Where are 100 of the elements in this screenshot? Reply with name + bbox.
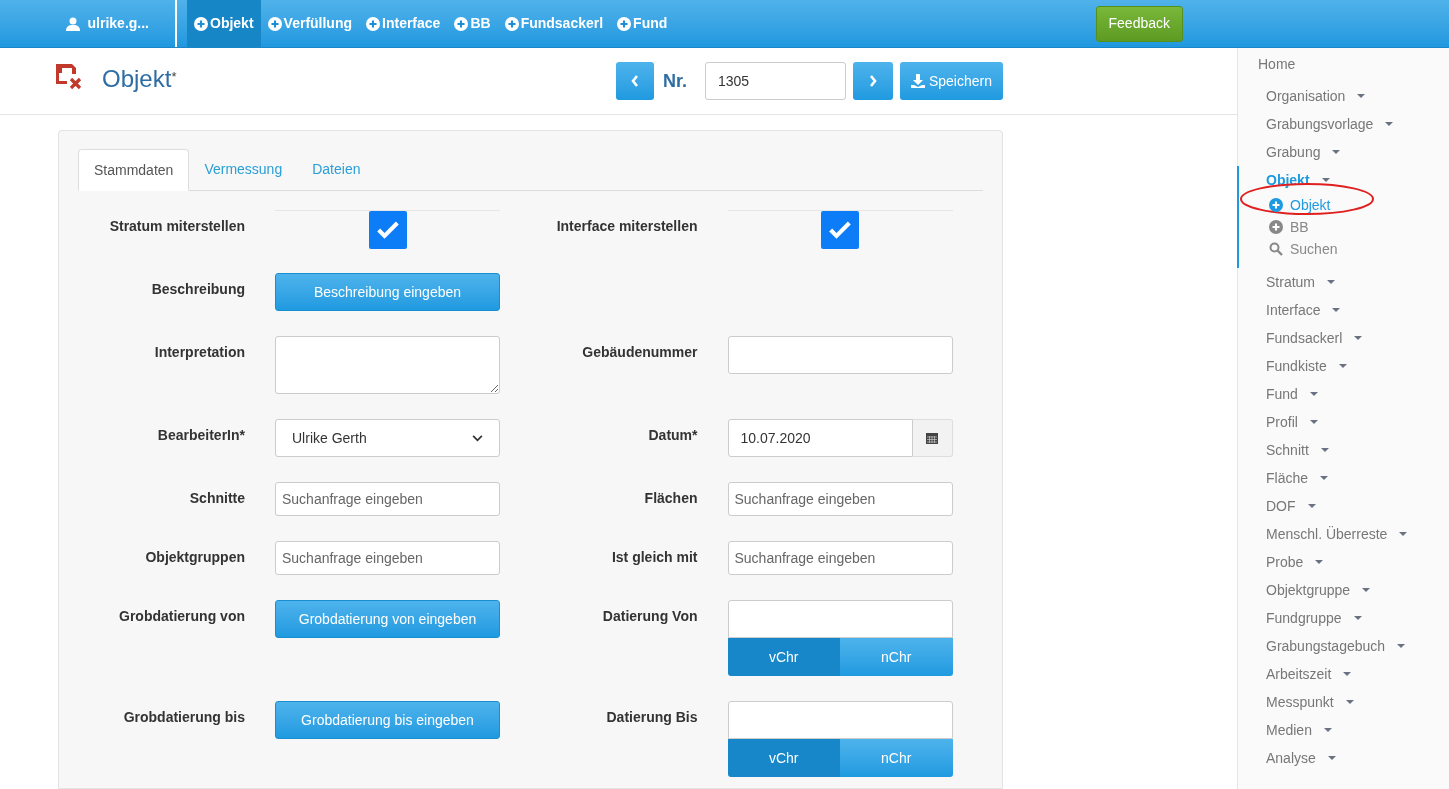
- nav-link[interactable]: Fund: [610, 0, 675, 47]
- caret-icon: [1327, 280, 1335, 284]
- field-label: Datierung Von: [601, 607, 698, 626]
- sidebar-item[interactable]: Fläche: [1266, 464, 1449, 492]
- sidebar-item[interactable]: Profil: [1266, 408, 1449, 436]
- era-toggle[interactable]: vChr: [727, 739, 840, 777]
- caret-icon: [1307, 504, 1316, 508]
- sidebar-subitem[interactable]: Suchen: [1269, 238, 1338, 260]
- previous-button[interactable]: [615, 62, 654, 100]
- plus-circle-icon: [194, 16, 208, 31]
- sidebar-link[interactable]: Home: [1258, 54, 1449, 72]
- sidebar-item[interactable]: Organisation: [1266, 82, 1449, 110]
- field-label: Grobdatierung bis: [122, 708, 245, 727]
- caret-icon: [1320, 476, 1329, 480]
- plus-circle-icon: [504, 16, 519, 31]
- next-button[interactable]: [852, 62, 893, 100]
- input-field[interactable]: [727, 701, 953, 739]
- field-label: Datierung Bis: [605, 708, 698, 727]
- user-name[interactable]: ulrike.g...: [87, 13, 149, 34]
- chevron-down-icon: [472, 434, 483, 442]
- checkbox[interactable]: [368, 211, 407, 249]
- field-label: Flächen: [643, 489, 698, 508]
- number-label: Nr.: [662, 69, 687, 93]
- sidebar-item[interactable]: Objektgruppe: [1266, 576, 1449, 604]
- sidebar-item[interactable]: Fundkiste: [1266, 352, 1449, 380]
- sidebar-item[interactable]: Arbeitszeit: [1266, 660, 1449, 688]
- checkbox[interactable]: [821, 211, 859, 249]
- enter-button[interactable]: Grobdatierung von eingeben: [275, 600, 500, 638]
- caret-icon: [1353, 616, 1362, 620]
- plus-circle-icon: [366, 16, 381, 31]
- nav-link[interactable]: Verfüllung: [260, 0, 360, 47]
- date-field[interactable]: 10.07.2020: [727, 419, 913, 457]
- sidebar-item[interactable]: Messpunkt: [1266, 688, 1449, 716]
- caret-icon: [1354, 336, 1363, 340]
- nav-link[interactable]: BB: [447, 0, 498, 47]
- era-toggle[interactable]: nChr: [840, 739, 953, 777]
- field-label: Beschreibung: [150, 280, 245, 299]
- nav-link[interactable]: Interface: [359, 0, 448, 47]
- plus-circle-icon: [1269, 220, 1283, 234]
- era-toggle[interactable]: vChr: [727, 638, 840, 676]
- calendar-button[interactable]: [912, 419, 953, 457]
- sidebar-item[interactable]: Medien: [1266, 716, 1449, 744]
- field-label: BearbeiterIn*: [156, 426, 245, 445]
- caret-icon: [1397, 644, 1406, 648]
- field-label: Stratum miterstellen: [108, 217, 245, 236]
- sidebar-subitem[interactable]: BB: [1269, 216, 1309, 238]
- tab[interactable]: Dateien: [297, 149, 376, 190]
- calendar-icon: [926, 432, 938, 444]
- field-label: Interface miterstellen: [555, 217, 698, 236]
- chevron-left-icon: [630, 75, 639, 87]
- caret-icon: [1320, 448, 1329, 452]
- select-field[interactable]: Ulrike Gerth: [275, 419, 500, 457]
- save-button[interactable]: Speichern: [899, 62, 1003, 100]
- caret-icon: [1332, 150, 1341, 154]
- sidebar-item[interactable]: Grabung: [1266, 138, 1449, 166]
- caret-icon: [1323, 728, 1332, 732]
- caret-icon: [1309, 420, 1318, 424]
- nav-link[interactable]: Fundsackerl: [497, 0, 611, 47]
- sidebar-item[interactable]: Grabungsvorlage: [1266, 110, 1449, 138]
- caret-icon: [1338, 364, 1347, 368]
- sidebar-item[interactable]: Probe: [1266, 548, 1449, 576]
- plus-circle-icon: [454, 16, 469, 31]
- sidebar-item[interactable]: Fundsackerl: [1266, 324, 1449, 352]
- sidebar-item[interactable]: Schnitt: [1266, 436, 1449, 464]
- download-icon: [910, 74, 925, 88]
- era-toggle[interactable]: nChr: [840, 638, 953, 676]
- caret-icon: [1327, 756, 1336, 760]
- sidebar-item[interactable]: Analyse: [1266, 744, 1449, 772]
- field-label: Ist gleich mit: [610, 548, 698, 567]
- nav-link[interactable]: Objekt: [187, 0, 261, 47]
- input-field[interactable]: [727, 600, 953, 638]
- enter-button[interactable]: Grobdatierung bis eingeben: [275, 701, 500, 739]
- search-field[interactable]: Suchanfrage eingeben: [727, 482, 953, 516]
- feedback-button[interactable]: Feedback: [1095, 5, 1183, 42]
- caret-icon: [1332, 308, 1341, 312]
- caret-icon: [1321, 178, 1330, 182]
- input-field[interactable]: [727, 336, 953, 374]
- tab[interactable]: Stammdaten: [78, 149, 190, 191]
- sidebar-item[interactable]: Stratum: [1266, 268, 1449, 296]
- field-label: Objektgruppen: [144, 548, 245, 567]
- field-label: Grobdatierung von: [118, 607, 245, 626]
- sidebar-item[interactable]: Fund: [1266, 380, 1449, 408]
- text-area[interactable]: [275, 336, 500, 394]
- tab[interactable]: Vermessung: [189, 149, 298, 190]
- sidebar-item[interactable]: DOF: [1266, 492, 1449, 520]
- field-label: Schnitte: [188, 489, 245, 508]
- select-value: Ulrike Gerth: [292, 428, 367, 448]
- field-label: Interpretation: [153, 343, 245, 362]
- field-label: Gebäudenummer: [581, 343, 698, 362]
- chevron-right-icon: [868, 75, 877, 87]
- sidebar-item[interactable]: Fundgruppe: [1266, 604, 1449, 632]
- search-field[interactable]: Suchanfrage eingeben: [727, 541, 953, 575]
- search-field[interactable]: Suchanfrage eingeben: [275, 482, 500, 516]
- enter-button[interactable]: Beschreibung eingeben: [275, 273, 500, 311]
- search-field[interactable]: Suchanfrage eingeben: [275, 541, 500, 575]
- number-field[interactable]: 1305: [704, 62, 846, 100]
- sidebar-item[interactable]: Grabungstagebuch: [1266, 632, 1449, 660]
- sidebar-item[interactable]: Menschl. Überreste: [1266, 520, 1449, 548]
- caret-icon: [1357, 94, 1366, 98]
- sidebar-item[interactable]: Interface: [1266, 296, 1449, 324]
